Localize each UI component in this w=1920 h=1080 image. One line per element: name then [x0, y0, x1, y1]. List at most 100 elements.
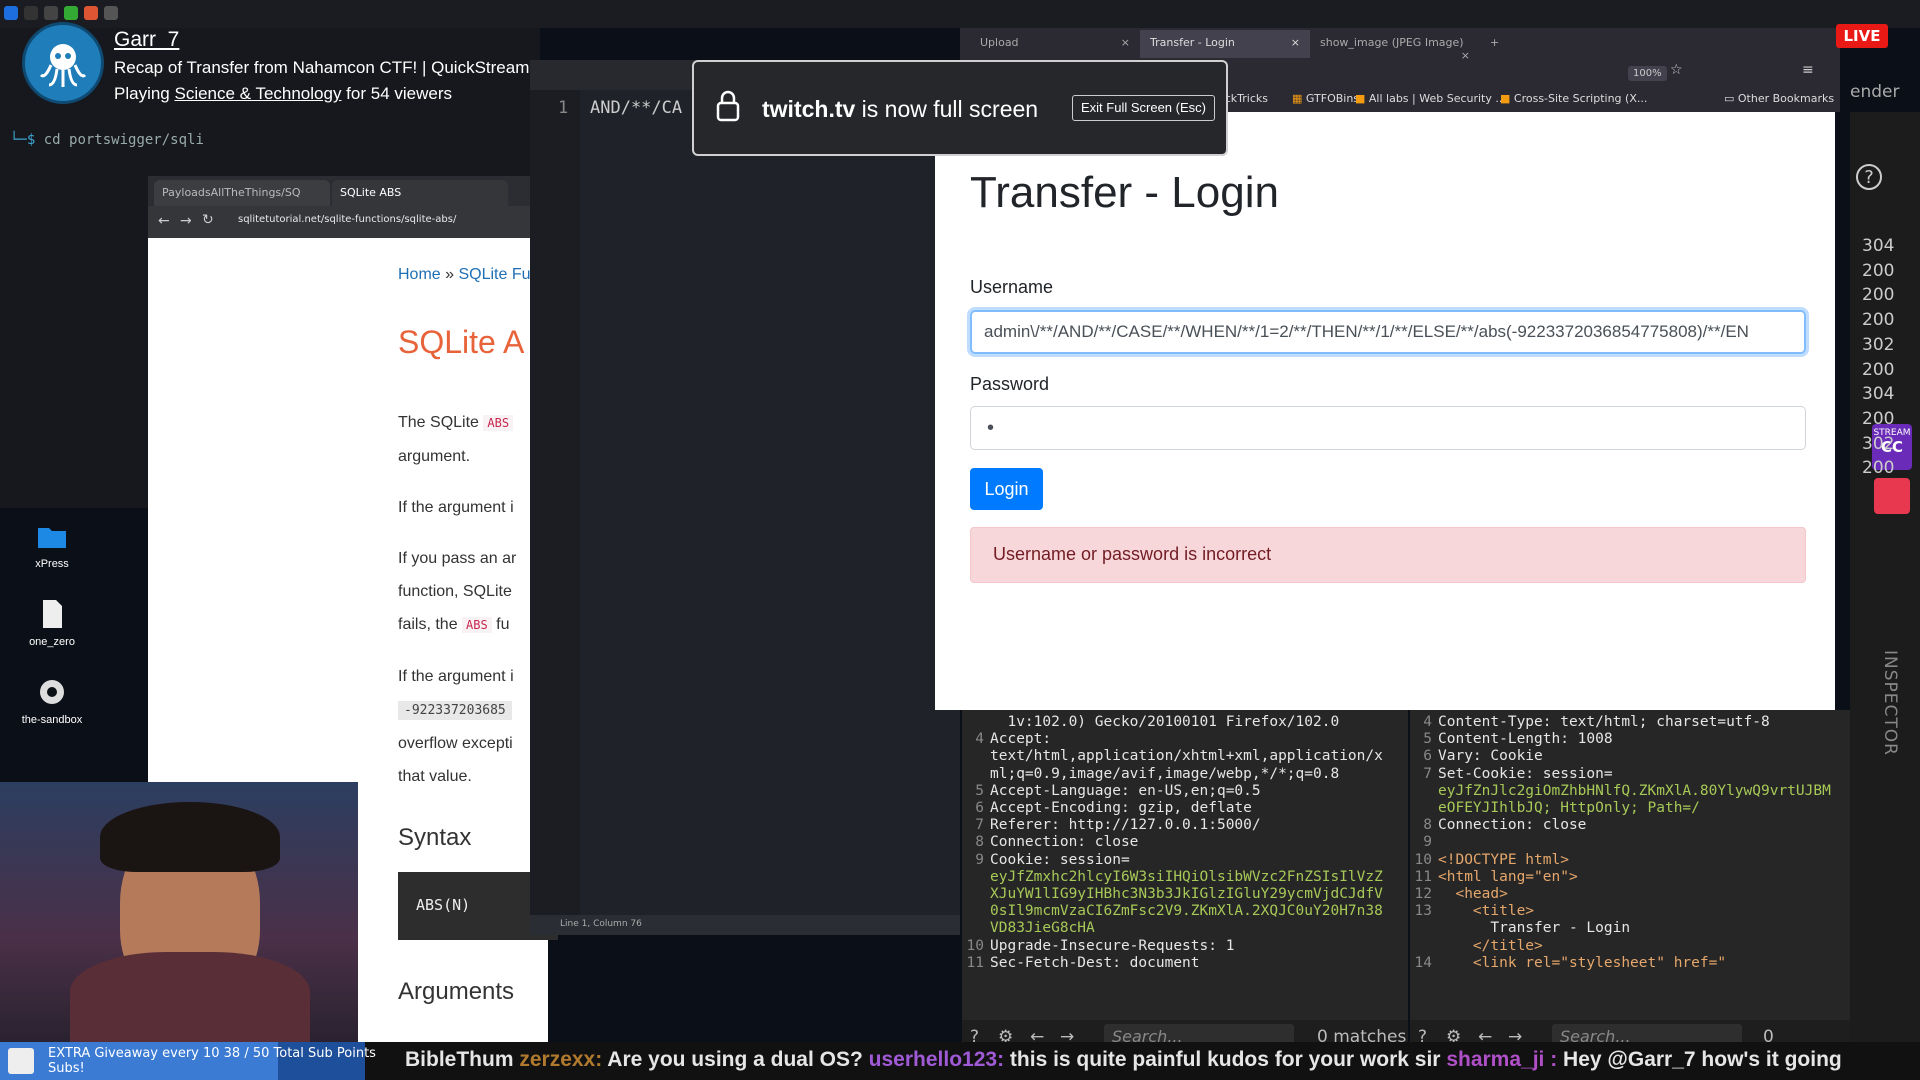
- stream-category-link[interactable]: Science & Technology: [174, 84, 341, 103]
- chat-message: Are you using a dual OS?: [602, 1048, 869, 1071]
- reload-icon[interactable]: ↻: [202, 212, 214, 228]
- help-icon[interactable]: ?: [1856, 164, 1882, 190]
- tab-show-image[interactable]: show_image (JPEG Image) ×: [1310, 30, 1480, 62]
- status-code: 200: [1862, 285, 1895, 306]
- taskbar-icon[interactable]: [104, 6, 118, 20]
- close-icon[interactable]: ×: [1291, 36, 1300, 49]
- breadcrumb: Home » SQLite Fu: [398, 266, 531, 283]
- line-text: eyJfZnJlc2giOmZhbHNlfQ.ZKmXlA.80YlywQ9vr…: [1438, 782, 1831, 799]
- chat-username: sharma_ji :: [1446, 1048, 1558, 1071]
- line-text: Content-Length: 1008: [1438, 731, 1613, 748]
- page-title: Transfer - Login: [970, 168, 1279, 217]
- line-text: <head>: [1438, 886, 1508, 902]
- file-icon: [36, 598, 68, 630]
- tab-sqlite-abs[interactable]: SQLite ABS: [332, 180, 508, 206]
- inspector-label: INSPECTOR: [1880, 650, 1900, 756]
- sub-goal-bar: EXTRA Giveaway every 10 38 / 50 Total Su…: [0, 1042, 376, 1080]
- line-text: eOFEYJIhlbJQ; HttpOnly; Path=/: [1438, 800, 1700, 816]
- bookmark-item[interactable]: ■ All labs | Web Security ...: [1355, 92, 1506, 105]
- request-pane[interactable]: 1v:102.0) Gecko/20100101 Firefox/102.0 4 A…: [962, 710, 1408, 1020]
- desktop-icon-xpress[interactable]: xPress: [2, 520, 102, 570]
- streamer-name[interactable]: Garr_7: [114, 28, 179, 52]
- line-text: Accept-Encoding: gzip, deflate: [990, 800, 1252, 816]
- line-text: Content-Type: text/html; charset=utf-8: [1438, 714, 1770, 730]
- fullscreen-notification: twitch.tv is now full screen Exit Full S…: [692, 60, 1228, 156]
- chat-username: zerzexx:: [519, 1048, 603, 1071]
- text-editor-window[interactable]: 1 AND/**/CA Line 1, Column 76: [530, 60, 960, 935]
- browser-taskbar-icon[interactable]: [84, 6, 98, 20]
- status-code: 200: [1862, 310, 1895, 331]
- line-text: ml;q=0.9,image/avif,image/webp,*/*;q=0.8: [990, 765, 1340, 782]
- new-tab-icon[interactable]: +: [1480, 30, 1510, 58]
- address-bar[interactable]: ← → ↻ sqlitetutorial.net/sqlite-function…: [148, 206, 548, 238]
- error-alert: Username or password is incorrect: [970, 527, 1806, 583]
- desktop-icon-the-sandbox[interactable]: the-sandbox: [2, 676, 102, 726]
- hair: [100, 802, 280, 872]
- line-text: 1v:102.0) Gecko/20100101 Firefox/102.0: [990, 714, 1340, 730]
- status-code: 200: [1862, 359, 1895, 380]
- gear-icon: [36, 676, 68, 708]
- status-code: 302: [1862, 433, 1895, 454]
- arguments-heading: Arguments: [398, 978, 515, 1005]
- bookmark-item[interactable]: ■ Cross-Site Scripting (X...: [1500, 92, 1647, 105]
- line-text: Sec-Fetch-Dest: document: [990, 954, 1200, 971]
- url-text[interactable]: sqlitetutorial.net/sqlite-functions/sqli…: [238, 214, 456, 225]
- app-menu-icon[interactable]: [4, 6, 18, 20]
- overlay-text: ender: [1850, 82, 1900, 102]
- line-text: Accept-Language: en-US,en;q=0.5: [990, 782, 1261, 799]
- line-gutter: 1: [530, 90, 580, 935]
- username-input[interactable]: admin\/**/AND/**/CASE/**/WHEN/**/1=2/**/…: [970, 310, 1806, 354]
- taskbar-icon[interactable]: [64, 6, 78, 20]
- line-number: 14: [1414, 954, 1432, 971]
- login-page: Transfer - Login Username admin\/**/AND/…: [935, 112, 1835, 710]
- shirt: [70, 952, 310, 1042]
- line-text: Connection: close: [990, 834, 1139, 851]
- tab-transfer-login[interactable]: Transfer - Login ×: [1140, 30, 1310, 58]
- desktop-icon-one-zero[interactable]: one_zero: [2, 598, 102, 648]
- line-text: Referer: http://127.0.0.1:5000/: [990, 817, 1261, 834]
- other-bookmarks[interactable]: ▭ Other Bookmarks: [1724, 92, 1834, 105]
- chat-message: Hey @Garr_7 how's it going: [1557, 1048, 1842, 1071]
- password-input[interactable]: •: [970, 406, 1806, 450]
- line-text: <link rel="stylesheet" href=": [1438, 954, 1727, 971]
- webcam-feed: [0, 782, 358, 1042]
- response-pane[interactable]: 4 Content-Type: text/html; charset=utf-8 5…: [1410, 710, 1850, 1020]
- exit-fullscreen-button[interactable]: Exit Full Screen (Esc): [1072, 95, 1215, 121]
- code-line: 11 Sec-Fetch-Dest: document: [962, 953, 1200, 974]
- line-text: <html lang="en">: [1438, 868, 1578, 885]
- terminal-command: cd portswigger/sqli: [43, 132, 204, 148]
- fullscreen-domain: twitch.tv: [762, 96, 856, 122]
- forward-icon[interactable]: →: [180, 213, 192, 229]
- line-text: Transfer - Login: [1438, 920, 1631, 937]
- line-text: Set-Cookie: session=: [1438, 765, 1613, 782]
- streamer-avatar[interactable]: [22, 22, 104, 104]
- editor-line-text[interactable]: AND/**/CA: [590, 98, 682, 118]
- chat-username: userhello123:: [868, 1048, 1005, 1071]
- status-code: 302: [1862, 334, 1895, 355]
- line-text: </title>: [1438, 937, 1543, 954]
- editor-status-bar: Line 1, Column 76: [530, 915, 960, 935]
- browser-tab-bar: PayloadsAllTheThings/SQ SQLite ABS: [148, 176, 548, 206]
- line-text: Upgrade-Insecure-Requests: 1: [990, 937, 1235, 954]
- line-text: Vary: Cookie: [1438, 748, 1543, 765]
- extension-icon[interactable]: [1874, 478, 1910, 514]
- taskbar-icon[interactable]: [24, 6, 38, 20]
- zoom-level[interactable]: 100%: [1628, 66, 1667, 81]
- star-icon[interactable]: ☆: [1670, 62, 1683, 78]
- bookmark-item[interactable]: ▦ GTFOBins: [1292, 92, 1359, 105]
- menu-icon[interactable]: ≡: [1802, 62, 1814, 78]
- line-text: <title>: [1438, 903, 1535, 920]
- close-icon[interactable]: ×: [1461, 49, 1470, 62]
- taskbar-icon[interactable]: [44, 6, 58, 20]
- stream-meta: Playing Science & Technology for 54 view…: [114, 84, 452, 103]
- back-icon[interactable]: ←: [158, 213, 170, 229]
- close-icon[interactable]: ×: [1121, 36, 1130, 49]
- line-text: <!DOCTYPE html>: [1438, 851, 1569, 868]
- chat-message: this is quite painful kudos for your wor…: [1004, 1048, 1447, 1071]
- tab-upload[interactable]: Upload ×: [970, 30, 1140, 58]
- status-code: 200: [1862, 260, 1895, 281]
- line-text: VD83JieG8cHA: [990, 920, 1095, 937]
- login-button[interactable]: Login: [970, 468, 1043, 510]
- tab-payloads[interactable]: PayloadsAllTheThings/SQ: [154, 180, 330, 206]
- syntax-heading: Syntax: [398, 824, 472, 851]
